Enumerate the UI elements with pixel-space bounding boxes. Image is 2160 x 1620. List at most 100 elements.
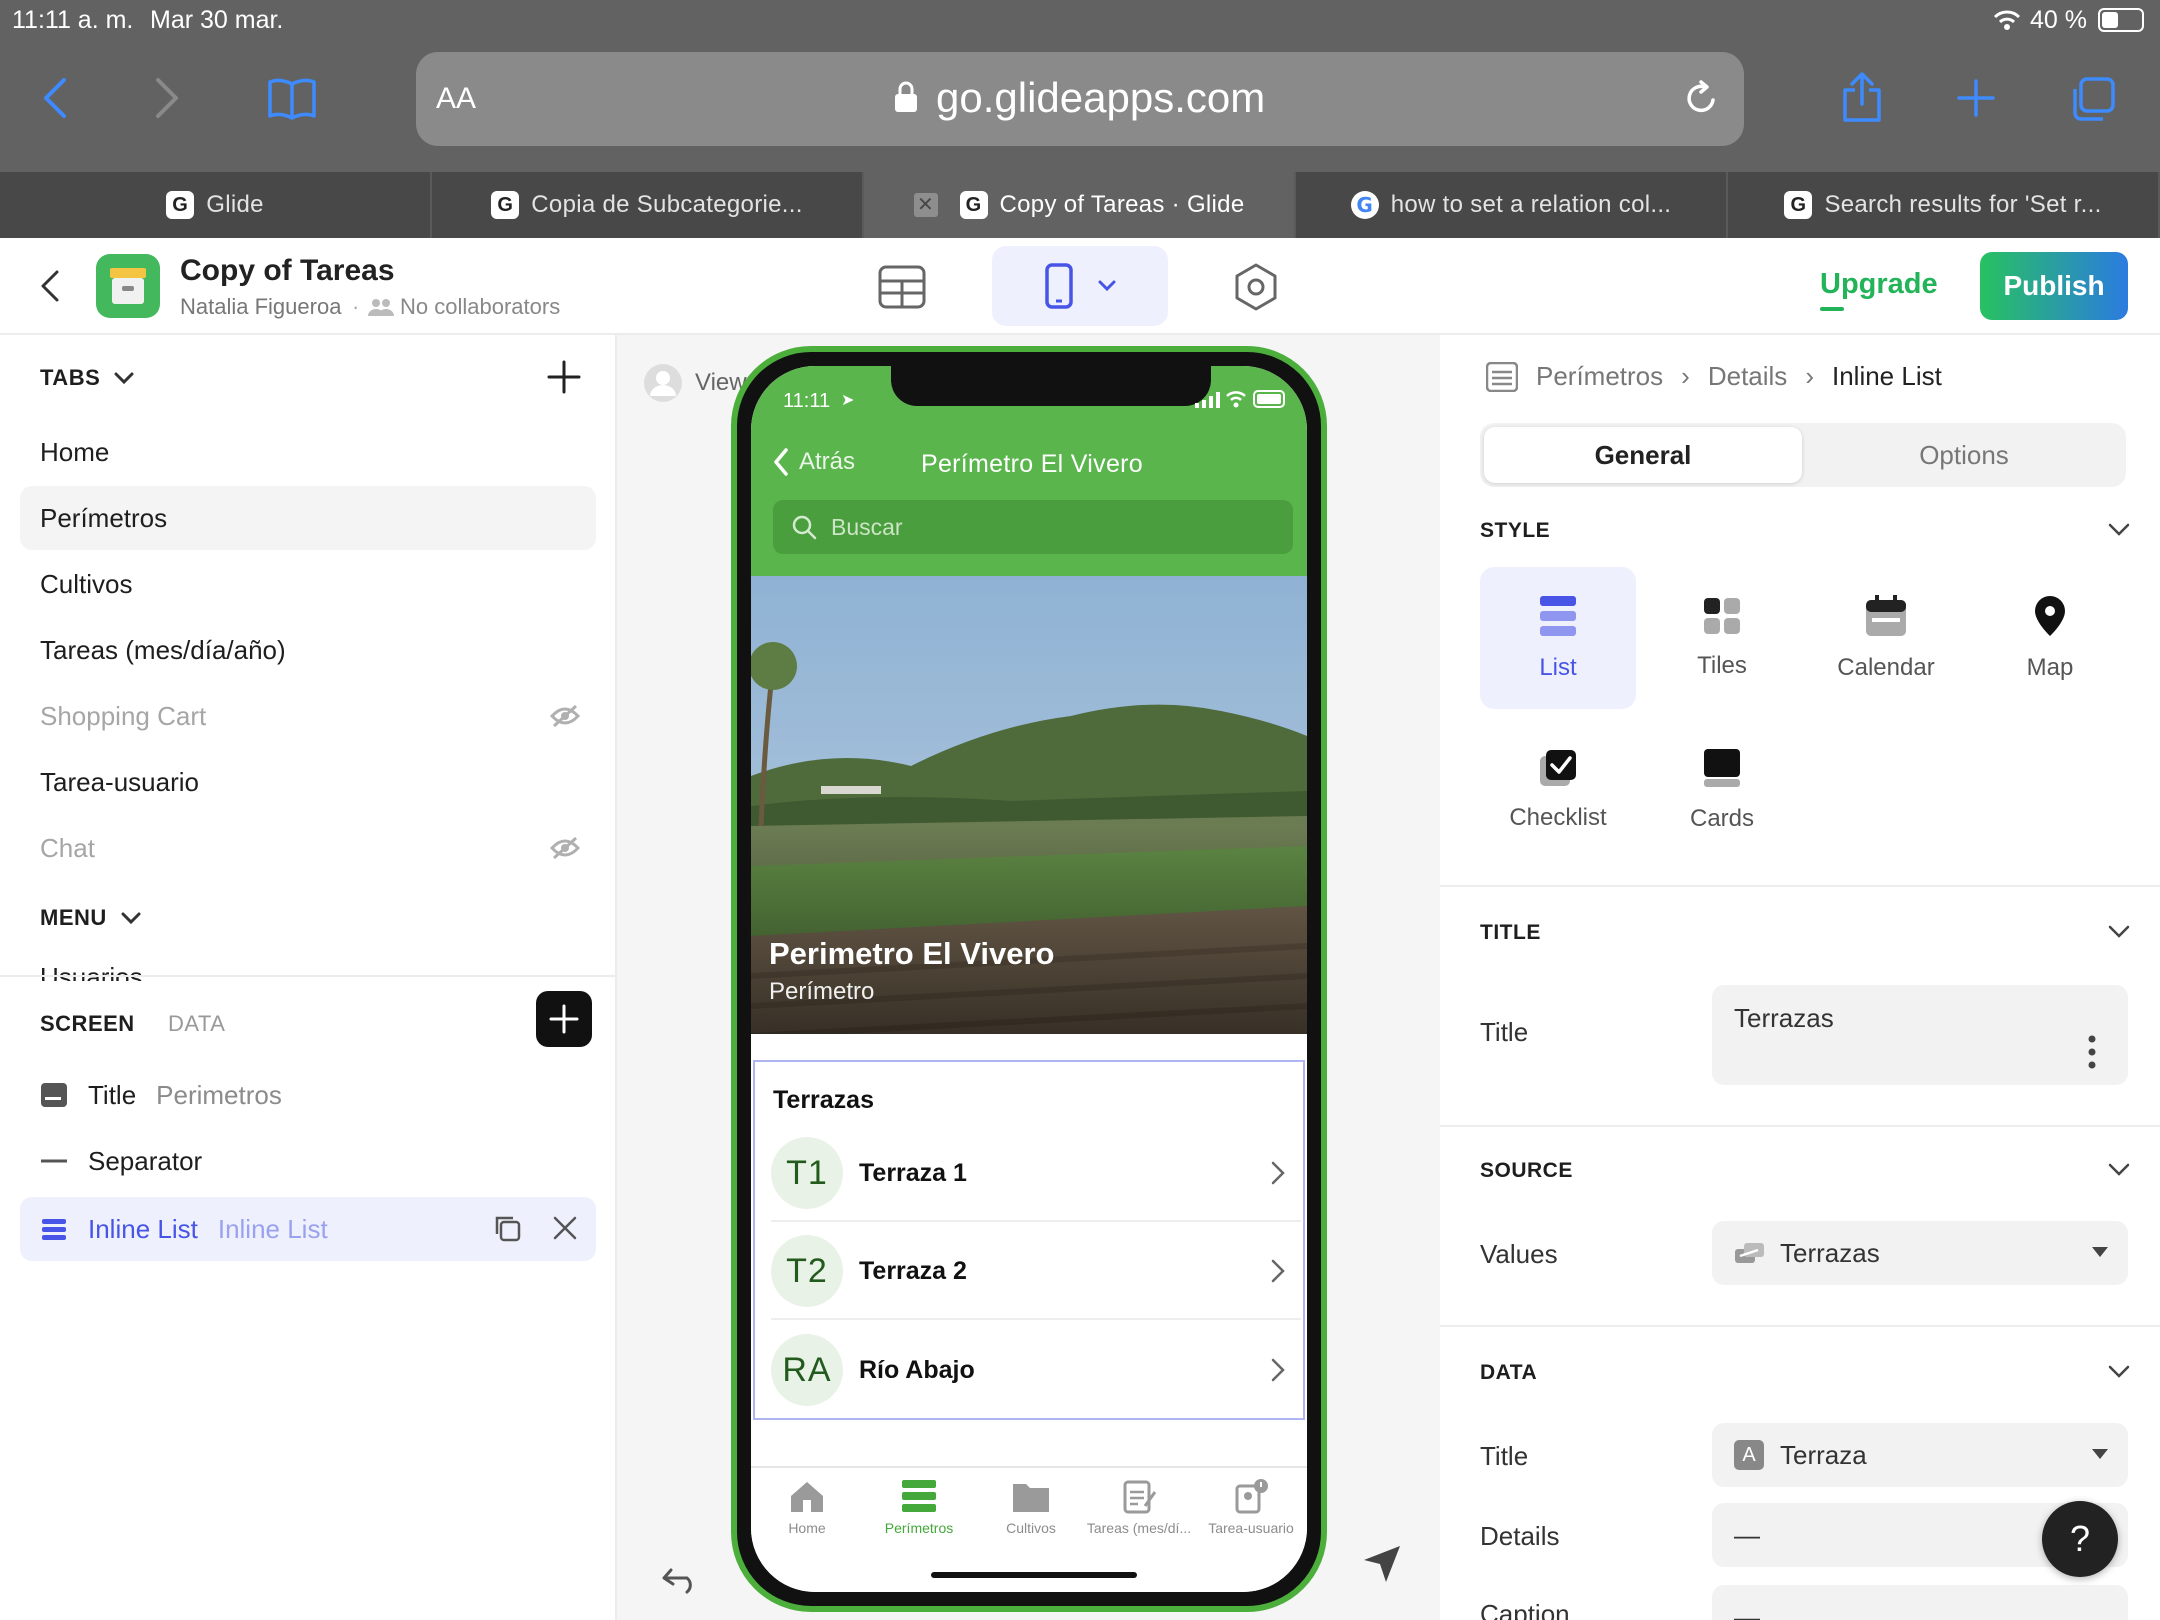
add-component-button[interactable] <box>536 991 592 1047</box>
browser-tab-title: Copy of Tareas · Glide <box>999 191 1245 218</box>
bottom-nav-tarea-usuario[interactable]: Tarea-usuario <box>1195 1478 1307 1558</box>
layout-device-button[interactable] <box>992 246 1168 326</box>
separator-icon <box>41 1159 67 1163</box>
screen-tab[interactable]: SCREEN <box>40 1011 135 1037</box>
map-pin-icon <box>2035 596 2065 636</box>
item-avatar: T1 <box>771 1137 843 1209</box>
breadcrumb-chevron-icon: › <box>1681 361 1690 391</box>
breadcrumb-item[interactable]: Details <box>1708 361 1787 392</box>
wifi-icon <box>1226 391 1246 408</box>
phone-search-input[interactable]: Buscar <box>773 500 1293 554</box>
breadcrumb-item[interactable]: Perímetros <box>1536 361 1663 392</box>
new-tab-plus-icon[interactable] <box>1956 76 1996 120</box>
browser-tab-copy-of-tareas[interactable]: ✕ G Copy of Tareas · Glide <box>864 172 1296 238</box>
breadcrumb: Perímetros › Details › Inline List <box>1486 361 1942 392</box>
home-indicator <box>931 1572 1137 1578</box>
upgrade-link[interactable]: Upgrade <box>1820 268 1938 311</box>
back-arrow-icon[interactable] <box>28 70 80 126</box>
data-table-icon[interactable] <box>870 258 934 316</box>
hero-subtitle: Perímetro <box>769 978 875 1005</box>
style-option-map[interactable]: Map <box>1972 567 2128 709</box>
list-item[interactable]: RA Río Abajo <box>771 1322 1301 1418</box>
glide-icon: G <box>1784 191 1813 219</box>
style-option-list[interactable]: List <box>1480 567 1636 709</box>
tab-general[interactable]: General <box>1484 427 1802 483</box>
more-vertical-icon <box>2088 1035 2096 1069</box>
tab-options[interactable]: Options <box>1806 427 2122 483</box>
share-icon[interactable] <box>1838 70 1886 126</box>
undo-icon[interactable] <box>659 1557 703 1601</box>
list-item[interactable]: T1 Terraza 1 <box>771 1126 1301 1222</box>
item-avatar: T2 <box>771 1235 843 1307</box>
tab-item-tarea-usuario[interactable]: Tarea-usuario <box>20 750 596 814</box>
close-tab-icon[interactable]: ✕ <box>913 193 938 217</box>
text-size-button[interactable]: AA <box>436 82 476 116</box>
list-item[interactable]: T2 Terraza 2 <box>771 1224 1301 1320</box>
component-title[interactable]: Title Perimetros <box>20 1063 596 1127</box>
viewing-as-selector[interactable]: View <box>643 363 747 403</box>
data-tab[interactable]: DATA <box>168 1011 225 1037</box>
glide-icon: G <box>959 191 988 219</box>
tab-item-home[interactable]: Home <box>20 420 596 484</box>
style-option-checklist[interactable]: Checklist <box>1480 719 1636 861</box>
chevron-down-icon[interactable] <box>2108 523 2130 537</box>
delete-x-icon <box>553 1216 577 1240</box>
tab-item-perimetros[interactable]: Perímetros <box>20 486 596 550</box>
phone-back-button[interactable]: Atrás <box>773 448 855 476</box>
browser-tab-copia[interactable]: G Copia de Subcategorie... <box>432 172 864 238</box>
chevron-down-icon <box>1098 280 1116 292</box>
chevron-down-icon[interactable] <box>2108 925 2130 939</box>
chevron-right-icon <box>1271 1161 1285 1185</box>
title-field-input[interactable]: Terrazas <box>1712 985 2128 1085</box>
search-icon <box>792 515 817 540</box>
archive-box-icon <box>110 268 146 304</box>
forward-arrow-icon[interactable] <box>142 70 194 126</box>
browser-tab-google[interactable]: G how to set a relation col... <box>1296 172 1728 238</box>
settings-hexagon-icon[interactable] <box>1226 258 1286 316</box>
caption-dropdown[interactable]: — <box>1712 1585 2128 1620</box>
tab-item-tareas[interactable]: Tareas (mes/día/año) <box>20 618 596 682</box>
glide-icon: G <box>491 191 520 219</box>
chevron-down-icon[interactable] <box>2108 1365 2130 1379</box>
bookmarks-book-icon[interactable] <box>262 70 322 126</box>
back-chevron-icon[interactable] <box>32 266 68 306</box>
bottom-nav-cultivos[interactable]: Cultivos <box>975 1478 1087 1558</box>
browser-tab-glide[interactable]: G Glide <box>0 172 432 238</box>
breadcrumb-current: Inline List <box>1831 361 1942 391</box>
menu-item-usuarios[interactable]: Usuarios <box>40 961 143 981</box>
data-title-dropdown[interactable]: A Terraza <box>1712 1423 2128 1487</box>
inline-list[interactable]: Terrazas T1 Terraza 1 T2 Terraza 2 RA Rí… <box>753 1060 1305 1420</box>
browser-tab-search[interactable]: G Search results for 'Set r... <box>1728 172 2160 238</box>
hero-title: Perimetro El Vivero <box>769 936 1055 971</box>
bottom-nav-perimetros[interactable]: Perímetros <box>863 1478 975 1558</box>
person-badge-icon <box>1235 1479 1268 1514</box>
pointer-cursor-icon[interactable] <box>1357 1539 1407 1589</box>
tab-overview-icon[interactable] <box>2068 74 2118 124</box>
publish-button[interactable]: Publish <box>1980 252 2128 320</box>
browser-tab-title: Glide <box>206 191 264 218</box>
tabs-section-header[interactable]: TABS <box>40 365 134 391</box>
cards-icon <box>1704 749 1740 787</box>
bottom-nav-tareas[interactable]: Tareas (mes/dí... <box>1083 1478 1195 1558</box>
bottom-nav-home[interactable]: Home <box>751 1478 863 1558</box>
tab-item-cultivos[interactable]: Cultivos <box>20 552 596 616</box>
browser-tab-title: how to set a relation col... <box>1390 191 1672 218</box>
reload-icon[interactable] <box>1682 78 1722 118</box>
tab-item-chat[interactable]: Chat <box>20 816 596 880</box>
app-owner: Natalia Figueroa <box>180 294 342 319</box>
component-separator[interactable]: Separator <box>20 1129 596 1193</box>
address-bar[interactable]: AA go.glideapps.com <box>416 52 1744 146</box>
help-button[interactable]: ? <box>2042 1501 2118 1577</box>
calendar-icon <box>1866 595 1906 636</box>
dropdown-caret-icon <box>2092 1449 2108 1459</box>
style-option-calendar[interactable]: Calendar <box>1808 567 1964 709</box>
style-option-tiles[interactable]: Tiles <box>1644 567 1800 709</box>
chevron-down-icon <box>121 912 141 925</box>
tab-item-shopping-cart[interactable]: Shopping Cart <box>20 684 596 748</box>
add-tab-plus-icon[interactable] <box>544 357 584 397</box>
menu-section-header[interactable]: MENU <box>40 905 141 931</box>
style-option-cards[interactable]: Cards <box>1644 719 1800 861</box>
chevron-down-icon[interactable] <box>2108 1163 2130 1177</box>
component-inline-list[interactable]: Inline List Inline List <box>20 1197 596 1261</box>
values-dropdown[interactable]: Terrazas <box>1712 1221 2128 1285</box>
